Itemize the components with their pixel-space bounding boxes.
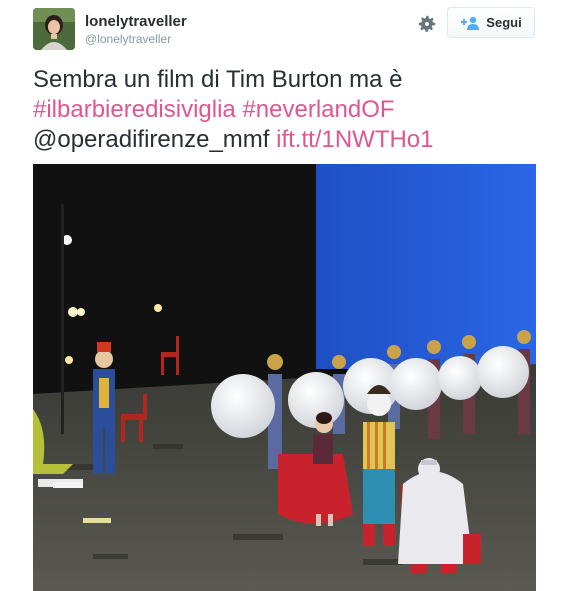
stage-photo-image [33,164,536,591]
gear-icon[interactable] [416,13,438,35]
display-name[interactable]: lonelytraveller [85,13,187,30]
hashtag-link[interactable]: #ilbarbieredisiviglia [33,96,236,123]
avatar[interactable] [33,8,75,50]
tweet-text-start: Sembra un film di Tim Burton ma è [33,66,403,93]
tweet-photo[interactable] [33,164,536,591]
hashtag-link[interactable]: #neverlandOF [242,96,394,123]
follow-button-label: Segui [486,15,522,30]
url-link[interactable]: ift.tt/1NWTHo1 [276,126,433,153]
mention-link[interactable]: @operadifirenze_mmf [33,126,269,153]
tweet-text: Sembra un film di Tim Burton ma è #ilbar… [33,65,543,155]
follow-button[interactable]: Segui [447,7,535,38]
avatar-image [33,8,75,50]
add-user-icon [461,16,480,30]
user-handle[interactable]: @lonelytraveller [85,32,171,46]
